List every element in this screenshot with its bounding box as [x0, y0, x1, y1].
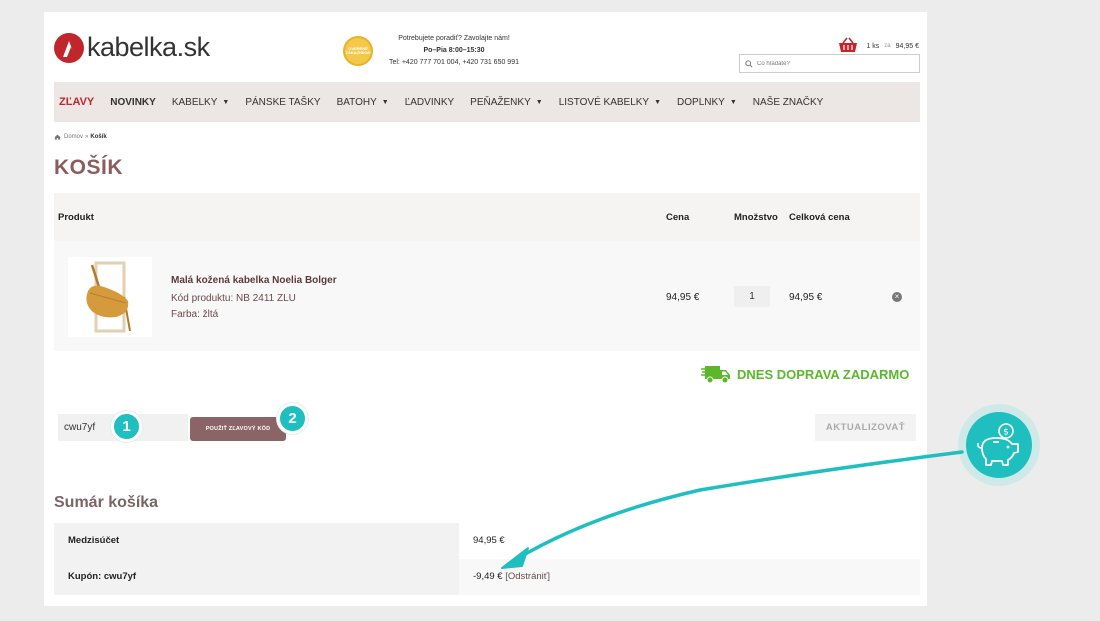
- nav-label: PEŇAŽENKY: [470, 96, 531, 108]
- summary-coupon-row: Kupón: cwu7yf -9,49 € [Odstrániť]: [54, 559, 920, 595]
- update-cart-button[interactable]: AKTUALIZOVAŤ: [815, 414, 916, 441]
- cart-table-header: Produkt Cena Množstvo Celková cena: [54, 193, 920, 241]
- nav-item-batohy[interactable]: BATOHY ▼: [337, 97, 389, 108]
- nav-item-doplnky[interactable]: DOPLNKY ▼: [677, 97, 737, 108]
- cart-item-row: Malá kožená kabelka Noelia Bolger Kód pr…: [54, 241, 920, 351]
- verified-badge-icon: OVERENÉ ZÁKAZNÍKMI: [343, 36, 373, 66]
- chevron-down-icon: ▼: [654, 98, 662, 106]
- piggy-bank-icon: $: [966, 412, 1032, 478]
- chevron-down-icon: ▼: [535, 98, 543, 106]
- basket-icon[interactable]: [838, 37, 858, 55]
- piggy-bank-badge: $: [958, 404, 1040, 486]
- contact-hours: Po–Pia 8:00–15:30: [423, 47, 485, 54]
- search-input[interactable]: [757, 60, 907, 67]
- cart-total: 94,95 €: [895, 42, 919, 50]
- col-product: Produkt: [58, 212, 94, 223]
- nav-item-listove-kabelky[interactable]: LISTOVÉ KABELKY ▼: [559, 97, 661, 108]
- shipping-text: DNES DOPRAVA ZADARMO: [737, 366, 910, 382]
- search-icon[interactable]: [745, 59, 753, 68]
- nav-label: PÁNSKE TAŠKY: [245, 96, 321, 108]
- logo-text: kabelka.sk: [87, 32, 210, 62]
- coupon-value: -9,49 €: [473, 571, 503, 582]
- page-title: KOŠÍK: [54, 156, 124, 179]
- breadcrumb-current: Košík: [90, 134, 107, 140]
- quantity-input[interactable]: 1: [734, 286, 770, 307]
- breadcrumb-home[interactable]: Domov: [64, 134, 83, 140]
- logo-mark-icon: [54, 32, 84, 63]
- chevron-down-icon: ▼: [729, 98, 737, 106]
- nav-item-ladvinky[interactable]: ĽADVINKY: [405, 97, 454, 108]
- product-image[interactable]: [68, 257, 152, 337]
- chevron-down-icon: ▼: [381, 98, 389, 106]
- summary-title: Sumár košíka: [54, 494, 159, 511]
- nav-label: DOPLNKY: [677, 96, 725, 108]
- chevron-down-icon: ▼: [222, 98, 230, 106]
- mini-cart[interactable]: 1 ks za 94,95 €: [838, 37, 919, 55]
- svg-text:$: $: [1003, 428, 1009, 438]
- item-total: 94,95 €: [789, 292, 823, 303]
- contact-info: Potrebujete poradiť? Zavolajte nám! Po–P…: [374, 33, 534, 69]
- search-box[interactable]: [739, 54, 920, 73]
- nav-label: BATOHY: [336, 96, 377, 108]
- remove-item-icon[interactable]: ×: [892, 292, 902, 302]
- contact-phones[interactable]: Tel: +420 777 701 004, +420 731 650 991: [374, 57, 534, 69]
- product-name[interactable]: Malá kožená kabelka Noelia Bolger: [171, 275, 337, 286]
- step-2-marker: 2: [277, 403, 308, 434]
- item-price: 94,95 €: [666, 292, 700, 303]
- nav-label: NOVINKY: [110, 96, 156, 108]
- step-1-marker: 1: [111, 411, 142, 442]
- subtotal-label: Medzisúčet: [54, 523, 459, 559]
- col-total: Celková cena: [789, 212, 850, 223]
- truck-icon: [701, 366, 730, 384]
- nav-item-nase-znacky[interactable]: NAŠE ZNAČKY: [753, 97, 824, 108]
- main-nav: ZĽAVY NOVINKY KABELKY ▼ PÁNSKE TAŠKY BATO…: [54, 82, 920, 122]
- col-quantity: Množstvo: [734, 212, 778, 223]
- cart-za: za: [884, 43, 891, 49]
- subtotal-value: 94,95 €: [459, 523, 920, 559]
- nav-label: NAŠE ZNAČKY: [752, 96, 824, 108]
- nav-item-novinky[interactable]: NOVINKY: [110, 97, 156, 108]
- badge-text: OVERENÉ ZÁKAZNÍKMI: [345, 45, 371, 55]
- site-logo[interactable]: kabelka.sk: [54, 32, 210, 63]
- breadcrumb-separator: »: [85, 134, 89, 140]
- breadcrumb: Domov » Košík: [54, 134, 107, 140]
- product-code: Kód produktu: NB 2411 ZLU: [171, 293, 296, 304]
- remove-coupon-link[interactable]: [Odstrániť]: [505, 571, 550, 582]
- nav-label: ZĽAVY: [59, 96, 95, 108]
- page-container: kabelka.sk OVERENÉ ZÁKAZNÍKMI Potrebujet…: [44, 12, 927, 606]
- home-icon[interactable]: [54, 134, 61, 140]
- nav-item-kabelky[interactable]: KABELKY ▼: [172, 97, 230, 108]
- nav-label: ĽADVINKY: [404, 96, 455, 108]
- nav-item-penazenky[interactable]: PEŇAŽENKY ▼: [470, 97, 543, 108]
- product-color: Farba: žltá: [171, 309, 219, 320]
- col-price: Cena: [666, 212, 690, 223]
- nav-label: LISTOVÉ KABELKY: [558, 96, 650, 108]
- nav-item-zlavy[interactable]: ZĽAVY: [59, 96, 94, 108]
- cart-count: 1 ks: [866, 42, 880, 50]
- free-shipping-banner: DNES DOPRAVA ZADARMO: [701, 363, 909, 385]
- nav-item-panske-tasky[interactable]: PÁNSKE TAŠKY: [245, 97, 320, 108]
- apply-coupon-button[interactable]: POUŽIŤ ZĽAVOVÝ KÓD: [190, 417, 286, 441]
- summary-subtotal-row: Medzisúčet 94,95 €: [54, 523, 920, 559]
- coupon-value-cell: -9,49 € [Odstrániť]: [459, 559, 920, 595]
- coupon-label: Kupón: cwu7yf: [54, 559, 459, 595]
- contact-line: Potrebujete poradiť? Zavolajte nám!: [398, 35, 510, 42]
- nav-label: KABELKY: [171, 96, 218, 108]
